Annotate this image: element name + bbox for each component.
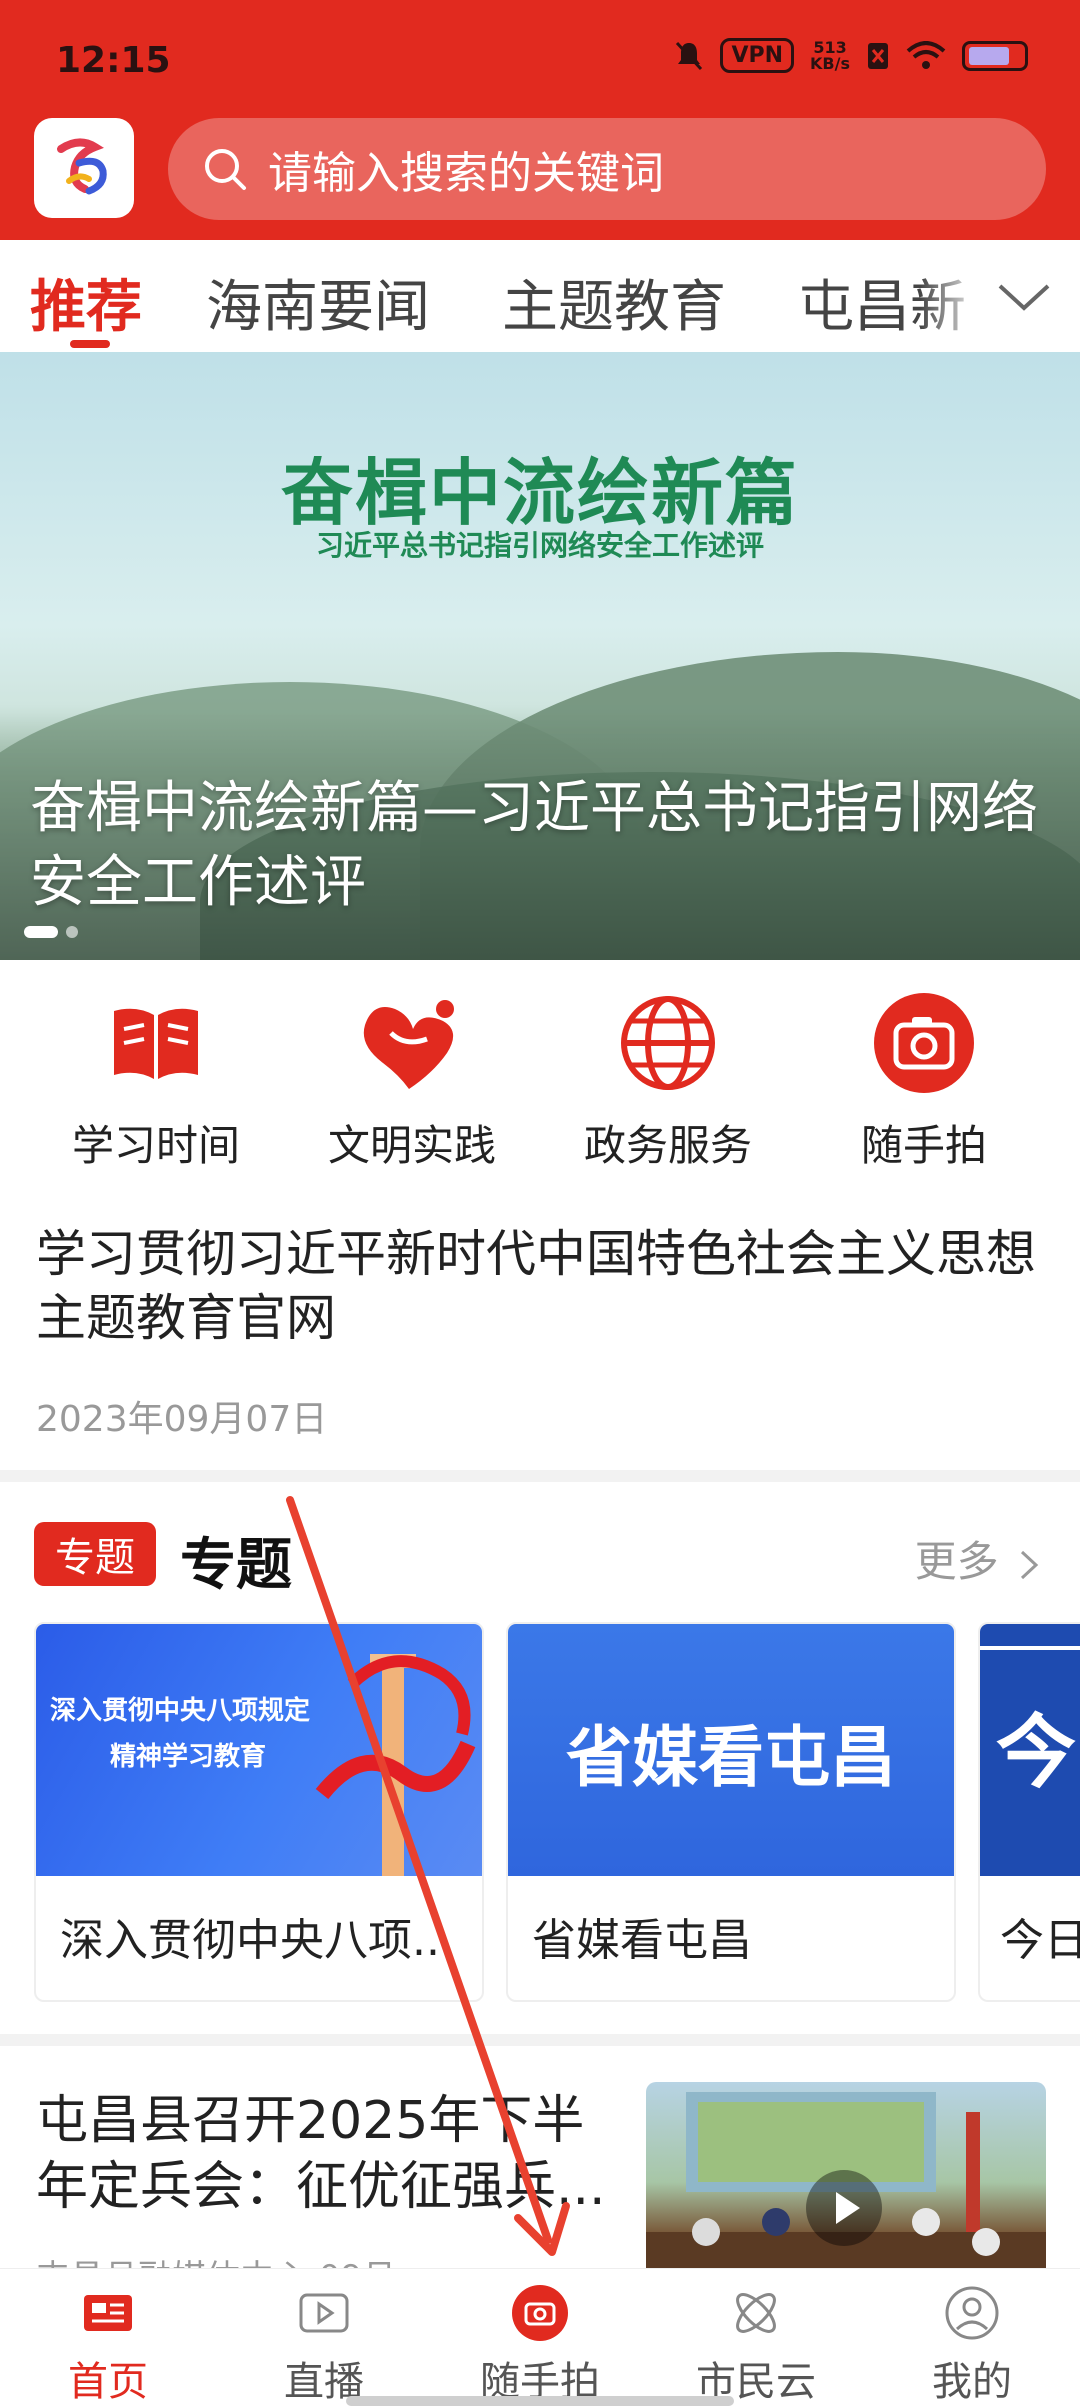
- nav-snapshot[interactable]: 随手拍: [432, 2283, 648, 2407]
- news-item-title[interactable]: 屯昌县召开2025年下半年定兵会：征优征强兵...: [36, 2088, 616, 2220]
- app-logo[interactable]: [34, 118, 134, 218]
- chevron-down-icon[interactable]: [996, 270, 1052, 326]
- topic-card-image-text: 深入贯彻中央八项规定 精神学习教育: [50, 1688, 310, 1780]
- home-indicator: [346, 2396, 734, 2406]
- camera-icon: [512, 2285, 568, 2341]
- image-text-line: 精神学习教育: [110, 1742, 267, 1772]
- orbit-icon: [736, 2293, 776, 2333]
- vpn-indicator: VPN: [720, 38, 795, 73]
- chevron-right-icon: [1020, 1550, 1039, 1579]
- net-speed-unit: KB/s: [810, 53, 850, 73]
- news-icon: [84, 2295, 132, 2331]
- quick-links: 学习时间 文明实践 政务服务 随手拍: [0, 988, 1080, 1170]
- search-placeholder: 请输入搜索的关键词: [268, 148, 664, 199]
- quick-link-label: 学习时间: [71, 1121, 240, 1170]
- topic-card-caption: 今日: [1000, 1915, 1080, 1966]
- nav-citizen-cloud[interactable]: 市民云: [648, 2283, 864, 2407]
- bottom-navigation: 首页 直播 随手拍 市民云 我的: [0, 2268, 1080, 2408]
- quick-link-label: 随手拍: [860, 1121, 987, 1170]
- topics-more-link[interactable]: 更多: [915, 1528, 1040, 1589]
- topic-card-caption: 省媒看屯昌: [532, 1915, 752, 1966]
- quick-link-study[interactable]: 学习时间: [36, 988, 276, 1173]
- heart-icon: [363, 1000, 454, 1089]
- camera-icon: [874, 993, 974, 1093]
- more-label: 更多: [914, 1537, 999, 1586]
- topic-card[interactable]: 深入贯彻中央八项规定 精神学习教育 深入贯彻中央八项...: [34, 1622, 484, 2002]
- topic-card[interactable]: 省媒看屯昌 省媒看屯昌: [506, 1622, 956, 2002]
- image-text-line: 深入贯彻中央八项规定: [50, 1696, 311, 1726]
- topic-card-image-text: 今: [996, 1706, 1076, 1799]
- nav-label: 我的: [932, 2359, 1012, 2405]
- quick-link-government[interactable]: 政务服务: [548, 988, 788, 1173]
- topic-card-image: 深入贯彻中央八项规定 精神学习教育: [36, 1624, 482, 1876]
- topics-section-title: 专题: [180, 1533, 292, 1598]
- carousel-dot[interactable]: [24, 926, 58, 938]
- hero-banner[interactable]: 奋楫中流绘新篇 习近平总书记指引网络安全工作述评 奋楫中流绘新篇—习近平总书记指…: [0, 352, 1080, 960]
- quick-link-snapshot[interactable]: 随手拍: [804, 988, 1044, 1173]
- quick-link-label: 文明实践: [327, 1121, 496, 1170]
- no-sim-icon: [868, 42, 888, 69]
- mute-bell-icon: [676, 41, 703, 70]
- banner-subheadline: 习近平总书记指引网络安全工作述评: [315, 529, 764, 562]
- active-tab-indicator: [70, 340, 110, 348]
- status-bar: 12:15 VPN 513 KB/s: [0, 0, 1080, 110]
- topic-badge: 专题: [34, 1522, 156, 1586]
- carousel-dots: [24, 926, 78, 938]
- nav-live[interactable]: 直播: [216, 2283, 432, 2407]
- quick-link-civilization[interactable]: 文明实践: [292, 988, 532, 1173]
- net-speed: 513 KB/s: [810, 39, 850, 73]
- section-divider: [0, 1470, 1080, 1482]
- tab-hainan-news[interactable]: 海南要闻: [206, 262, 430, 343]
- tab-theme-education[interactable]: 主题教育: [502, 262, 726, 343]
- quick-link-label: 政务服务: [583, 1121, 752, 1170]
- logo-mark-icon: [57, 138, 107, 195]
- headline-article-title[interactable]: 学习贯彻习近平新时代中国特色社会主义思想主题教育官网: [36, 1222, 1046, 1350]
- topic-card-image: 今: [980, 1624, 1080, 1876]
- topic-card-image: 省媒看屯昌: [508, 1624, 954, 1876]
- search-icon: [205, 149, 246, 190]
- battery-icon: [962, 40, 1028, 71]
- top-header: 12:15 VPN 513 KB/s 请输入搜索的关键词: [0, 0, 1080, 240]
- image-line: [980, 1646, 1080, 1650]
- play-icon: [299, 2293, 349, 2333]
- headline-article-date: 2023年09月07日: [36, 1399, 328, 1440]
- system-icons: VPN 513 KB/s: [674, 38, 1028, 73]
- status-time: 12:15: [56, 40, 171, 81]
- section-divider: [0, 2034, 1080, 2046]
- ribbon-pillar-icon: [315, 1654, 476, 1876]
- banner-caption: 奋楫中流绘新篇—习近平总书记指引网络安全工作述评: [30, 776, 1038, 915]
- nav-label: 首页: [68, 2359, 148, 2405]
- book-icon: [114, 1008, 198, 1079]
- topic-card[interactable]: 今 今日: [978, 1622, 1080, 2002]
- play-icon[interactable]: [806, 2170, 882, 2246]
- nav-home[interactable]: 首页: [0, 2283, 216, 2407]
- tab-recommend[interactable]: 推荐: [30, 262, 142, 343]
- search-bar[interactable]: 请输入搜索的关键词: [168, 118, 1046, 220]
- wifi-icon: [906, 40, 946, 69]
- topic-card-image-text: 省媒看屯昌: [566, 1719, 896, 1796]
- user-icon: [945, 2286, 999, 2340]
- carousel-dot[interactable]: [66, 926, 78, 938]
- topic-card-caption: 深入贯彻中央八项...: [60, 1915, 454, 1966]
- nav-me[interactable]: 我的: [864, 2283, 1080, 2407]
- globe-icon: [621, 996, 715, 1090]
